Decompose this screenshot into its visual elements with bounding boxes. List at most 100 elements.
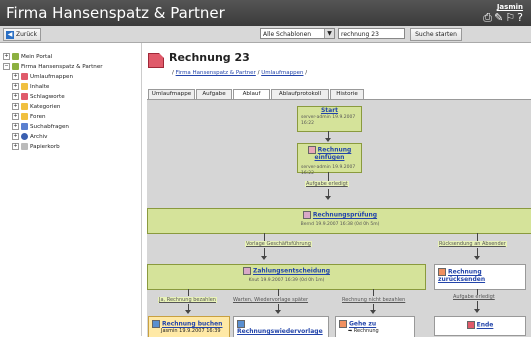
back-button[interactable]: ◀ Zurück	[3, 28, 41, 41]
tree-item-inhalte[interactable]: + Inhalte	[12, 83, 49, 90]
breadcrumb: / Firma Hansenspatz & Partner / Umlaufma…	[172, 70, 308, 76]
send-back-icon	[438, 268, 446, 276]
tree-item-papierkorb[interactable]: + Papierkorb	[12, 143, 60, 150]
transition-ruecksendung[interactable]: Rücksendung an Absender	[438, 241, 507, 247]
wiedervorlage-node-title[interactable]: Rechnungswiedervorlage	[237, 328, 323, 335]
connector-line	[373, 289, 374, 296]
toolbar: ◀ Zurück Alle Schablonen ▼ rechnung 23 Suc…	[0, 26, 531, 43]
tree-item-umlaufmappen[interactable]: + Umlaufmappen	[12, 73, 73, 80]
tree-item-schlagworte[interactable]: + Schlagworte	[12, 93, 65, 100]
buchen-node-title[interactable]: Rechnung buchen	[162, 321, 222, 328]
template-select-value: Alle Schablonen	[263, 31, 312, 38]
task-icon	[302, 211, 311, 219]
folder-icon	[21, 73, 28, 80]
ende-node[interactable]: Ende	[434, 316, 526, 336]
expand-icon[interactable]: +	[12, 113, 19, 120]
expand-icon[interactable]: +	[12, 83, 19, 90]
trash-icon	[21, 143, 28, 150]
transition-ja-bezahlen[interactable]: Ja, Rechnung bezahlen	[158, 297, 217, 303]
folder-icon	[21, 83, 28, 90]
transition-aufgabe-erledigt-2[interactable]: Aufgabe erledigt	[452, 294, 496, 300]
arrow-down-icon	[325, 138, 331, 142]
arrow-down-icon	[325, 196, 331, 200]
start-node-title[interactable]: Start	[321, 107, 338, 114]
entscheidung-node-date: 19.9.2007 16:39 (0d 0h 1m)	[260, 278, 325, 283]
document-icon	[148, 53, 164, 68]
buchen-node-user: Jasmin	[161, 328, 178, 334]
tab-aufgabe[interactable]: Aufgabe	[196, 89, 232, 99]
template-select[interactable]: Alle Schablonen ▼	[260, 28, 335, 39]
tree-item-label: Archiv	[30, 134, 48, 140]
forum-icon	[21, 113, 28, 120]
rechnung-buchen-node[interactable]: Rechnung buchen Jasmin 19.9.2007 16:39	[148, 316, 230, 337]
tree-item-suchabfragen[interactable]: + Suchabfragen	[12, 123, 69, 130]
gehe-zu-target[interactable]: Rechnung	[354, 328, 379, 334]
search-input[interactable]: rechnung 23	[338, 28, 405, 39]
tree-item-kategorien[interactable]: + Kategorien	[12, 103, 60, 110]
rechnungspruefung-node[interactable]: Rechnungsprüfung Bernd 19.9.2007 16:38 (…	[147, 208, 531, 234]
header-action-icons[interactable]: ⎙✎⚐?	[483, 11, 525, 25]
zahlungsentscheidung-node[interactable]: Zahlungsentscheidung Knut 19.9.2007 16:3…	[147, 264, 426, 290]
arrow-down-icon	[261, 256, 267, 260]
task-icon	[242, 267, 251, 275]
start-node[interactable]: Start server-admin 19.9.2007 16:22	[297, 106, 362, 132]
transition-aufgabe-erledigt[interactable]: Aufgabe erledigt	[305, 181, 349, 187]
tree-item-foren[interactable]: + Foren	[12, 113, 46, 120]
expand-icon[interactable]: +	[12, 143, 19, 150]
tree-item-label: Papierkorb	[30, 144, 60, 150]
einfuegen-node-title[interactable]: Rechnung einfügen	[315, 147, 352, 162]
back-label: Zurück	[16, 31, 37, 38]
app-title: Firma Hansenspatz & Partner	[6, 4, 225, 22]
breadcrumb-link-umlaufmappen[interactable]: Umlaufmappen	[261, 70, 303, 76]
arrow-down-icon	[474, 256, 480, 260]
gehe-zu-node[interactable]: Gehe zu ➡ Rechnung	[335, 316, 415, 337]
transition-warten[interactable]: Warten, Wiedervorlage später	[232, 297, 309, 303]
collapse-icon[interactable]: −	[3, 63, 10, 70]
connector-line	[278, 289, 279, 296]
pruefung-node-date: 19.9.2007 16:38 (0d 0h 5m)	[315, 222, 380, 227]
tree-item-label: Foren	[30, 114, 46, 120]
expand-icon[interactable]: +	[12, 103, 19, 110]
rechnung-einfuegen-node[interactable]: Rechnung einfügen server-admin 19.9.2007…	[297, 143, 362, 176]
rechnungswiedervorlage-node[interactable]: Rechnungswiedervorlage	[233, 316, 329, 337]
tree-item-label: Firma Hansenspatz & Partner	[21, 64, 103, 70]
transition-vorlage-gf[interactable]: Vorlage Geschäftsführung	[245, 241, 312, 247]
search-button[interactable]: Suche starten	[410, 28, 462, 41]
tab-historie[interactable]: Historie	[330, 89, 364, 99]
tree-item-label: Kategorien	[30, 104, 61, 110]
tree-item-label: Suchabfragen	[30, 124, 69, 130]
tree-item-archiv[interactable]: + Archiv	[12, 133, 48, 140]
archive-icon	[21, 133, 28, 140]
expand-icon[interactable]: +	[12, 133, 19, 140]
user-link[interactable]: Jasmin	[497, 3, 523, 11]
booking-icon	[152, 320, 160, 328]
expand-icon[interactable]: +	[12, 123, 19, 130]
arrow-down-icon	[474, 309, 480, 313]
breadcrumb-link-firma[interactable]: Firma Hansenspatz & Partner	[176, 70, 256, 76]
buchen-node-date: 19.9.2007 16:39	[179, 328, 221, 334]
workflow-diagram: Start server-admin 19.9.2007 16:22 Rechn…	[147, 99, 531, 337]
arrow-down-icon	[275, 310, 281, 314]
category-icon	[21, 103, 28, 110]
back-arrow-icon: ◀	[6, 30, 14, 39]
goto-arrow-icon: ➡	[348, 328, 353, 334]
entscheidung-node-user: Knut	[248, 278, 260, 283]
portal-icon	[12, 53, 19, 60]
tag-icon	[21, 93, 28, 100]
pane-divider[interactable]	[141, 43, 142, 336]
entscheidung-node-title[interactable]: Zahlungsentscheidung	[253, 268, 330, 275]
expand-icon[interactable]: +	[3, 53, 10, 60]
expand-icon[interactable]: +	[12, 93, 19, 100]
tree-item-mein-portal[interactable]: + Mein Portal	[3, 53, 52, 60]
expand-icon[interactable]: +	[12, 73, 19, 80]
ende-node-title[interactable]: Ende	[477, 322, 494, 329]
pruefung-node-title[interactable]: Rechnungsprüfung	[313, 212, 377, 219]
transition-nicht-bezahlen[interactable]: Rechnung nicht bezahlen	[341, 297, 406, 303]
gehe-zu-node-title[interactable]: Gehe zu	[349, 321, 376, 328]
tab-ablaufprotokoll[interactable]: Ablaufprotokoll	[271, 89, 329, 99]
resubmission-icon	[237, 320, 245, 328]
tree-item-firma[interactable]: − Firma Hansenspatz & Partner	[3, 63, 103, 70]
tab-umlaufmappe[interactable]: Umlaufmappe	[148, 89, 195, 99]
einfuegen-node-user: server-admin	[301, 165, 331, 170]
rechnung-zuruecksenden-node[interactable]: Rechnung zurücksenden	[434, 264, 526, 290]
